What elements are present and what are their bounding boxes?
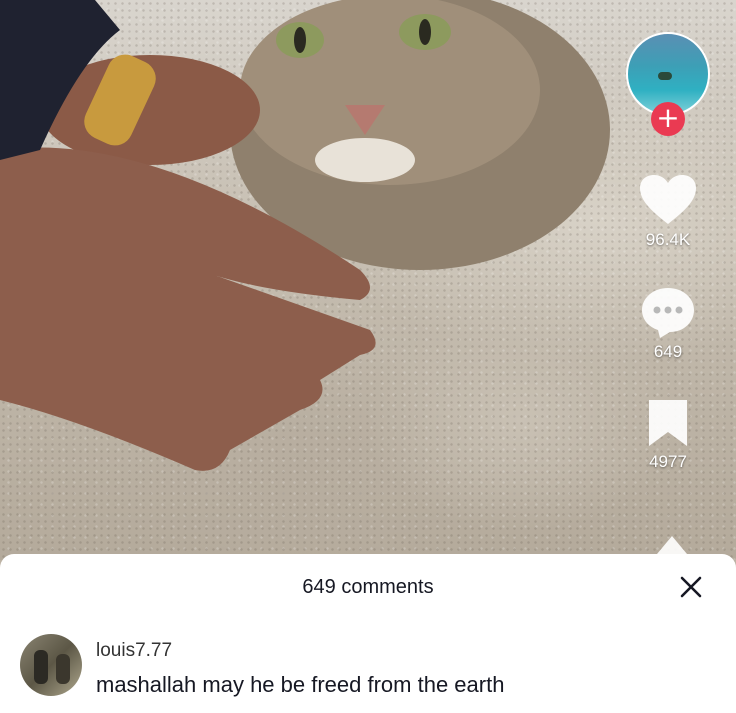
comment-text: mashallah may he be freed from the earth bbox=[96, 672, 505, 697]
commenter-avatar[interactable] bbox=[20, 634, 82, 696]
close-icon bbox=[680, 576, 702, 598]
like-button[interactable]: 96.4K bbox=[638, 174, 698, 250]
save-count: 4977 bbox=[649, 452, 687, 471]
close-button[interactable] bbox=[676, 572, 706, 602]
comment-item: louis7.77 mashallah may he be freed from… bbox=[20, 634, 716, 713]
save-button[interactable]: 4977 bbox=[645, 398, 691, 472]
comment-count: 649 bbox=[653, 342, 683, 361]
creator-avatar[interactable]: + bbox=[626, 32, 710, 136]
heart-icon bbox=[640, 175, 696, 224]
commenter-username[interactable]: louis7.77 bbox=[96, 640, 172, 662]
follow-button[interactable]: + bbox=[651, 102, 685, 136]
comment-button[interactable]: 649 bbox=[640, 286, 696, 362]
comments-sheet: 649 comments louis7.77 mashallah may he … bbox=[0, 554, 736, 713]
video-player[interactable]: + 96.4K 649 4977 bbox=[0, 0, 736, 560]
action-rail: + 96.4K 649 4977 bbox=[618, 32, 718, 472]
like-count: 96.4K bbox=[645, 230, 691, 249]
comments-title: 649 comments bbox=[302, 576, 434, 598]
comment-bubble-icon bbox=[642, 288, 694, 338]
bookmark-icon bbox=[649, 400, 687, 446]
